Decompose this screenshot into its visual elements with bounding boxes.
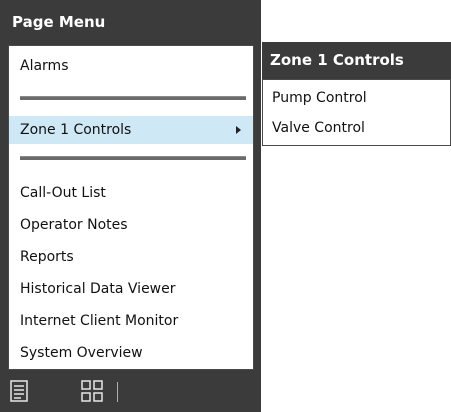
- page-menu: Page Menu Alarms Zone 1 Controls Call-Ou…: [0, 0, 261, 412]
- menu-item-reports[interactable]: Reports: [9, 243, 253, 271]
- submenu-list: Pump Control Valve Control: [262, 79, 451, 146]
- menu-item-zone-1-controls[interactable]: Zone 1 Controls: [9, 116, 253, 144]
- grid-view-icon[interactable]: [81, 380, 103, 402]
- menu-item-historical-data-viewer[interactable]: Historical Data Viewer: [9, 275, 253, 303]
- list-view-icon[interactable]: [10, 380, 28, 402]
- menu-separator: [20, 96, 246, 100]
- menu-item-system-overview[interactable]: System Overview: [9, 339, 253, 367]
- menu-item-internet-client-monitor[interactable]: Internet Client Monitor: [9, 307, 253, 335]
- submenu-arrow-icon: [236, 126, 241, 134]
- menu-item-label: Zone 1 Controls: [20, 122, 132, 138]
- submenu-item-valve-control[interactable]: Valve Control: [263, 114, 450, 142]
- menu-item-operator-notes[interactable]: Operator Notes: [9, 211, 253, 239]
- submenu-item-pump-control[interactable]: Pump Control: [263, 84, 450, 112]
- menu-separator: [20, 156, 246, 160]
- zone-1-controls-submenu: Zone 1 Controls Pump Control Valve Contr…: [262, 42, 451, 146]
- submenu-title: Zone 1 Controls: [270, 51, 404, 69]
- toolbar-divider: [117, 382, 118, 402]
- menu-item-alarms[interactable]: Alarms: [9, 52, 253, 80]
- menu-toolbar: [8, 370, 261, 412]
- menu-item-call-out-list[interactable]: Call-Out List: [9, 179, 253, 207]
- page-menu-title: Page Menu: [12, 13, 106, 31]
- page-menu-list: Alarms Zone 1 Controls Call-Out List Ope…: [8, 45, 254, 370]
